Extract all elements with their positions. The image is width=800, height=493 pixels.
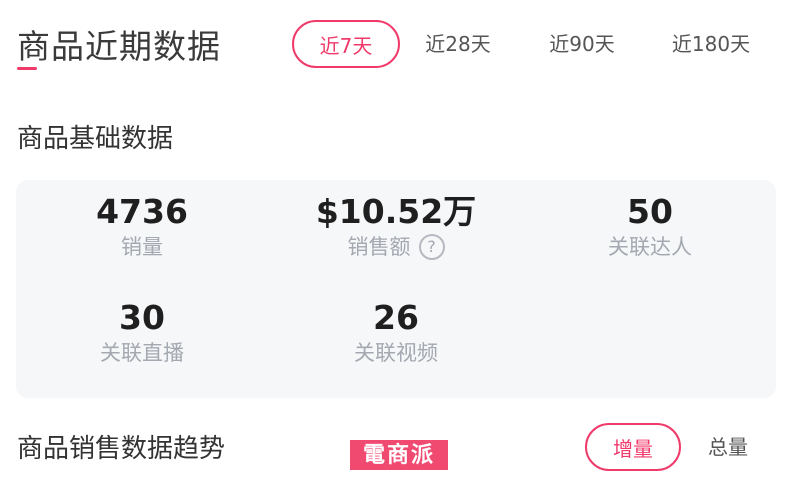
tab-90-days[interactable]: 近90天 — [532, 20, 632, 68]
tab-180-days[interactable]: 近180天 — [656, 20, 766, 68]
stat-linked-influencers: 50 关联达人 — [540, 192, 760, 262]
stat-value: 4736 — [96, 192, 188, 231]
tab-7-days[interactable]: 近7天 — [292, 20, 400, 68]
stat-value: $10.52万 — [315, 192, 477, 231]
stat-label: 关联视频 — [354, 341, 438, 365]
page-title: 商品近期数据 — [17, 27, 221, 66]
stat-sales-amount: $10.52万 销售额? — [286, 192, 506, 262]
stat-label: 关联达人 — [608, 235, 692, 259]
title-underline — [17, 67, 37, 70]
tab-28-days[interactable]: 近28天 — [408, 20, 508, 68]
stat-sales-volume: 4736 销量 — [32, 192, 252, 262]
stat-label: 销售额 — [347, 235, 411, 259]
basic-data-title: 商品基础数据 — [17, 124, 174, 154]
stat-value: 26 — [373, 298, 419, 337]
basic-stats-card: 4736 销量 $10.52万 销售额? 50 关联达人 30 关联直播 26 … — [16, 180, 776, 398]
stat-label: 销量 — [121, 235, 163, 259]
stat-linked-videos: 26 关联视频 — [286, 298, 506, 368]
total-toggle[interactable]: 总量 — [691, 423, 765, 471]
stat-value: 30 — [119, 298, 165, 337]
sales-trend-title: 商品销售数据趋势 — [17, 434, 226, 464]
stat-label: 关联直播 — [100, 341, 184, 365]
help-icon[interactable]: ? — [418, 234, 445, 260]
stat-linked-livestreams: 30 关联直播 — [32, 298, 252, 368]
increment-toggle[interactable]: 增量 — [585, 423, 681, 471]
stat-value: 50 — [627, 192, 673, 231]
watermark-logo: 電商派 — [350, 440, 448, 470]
